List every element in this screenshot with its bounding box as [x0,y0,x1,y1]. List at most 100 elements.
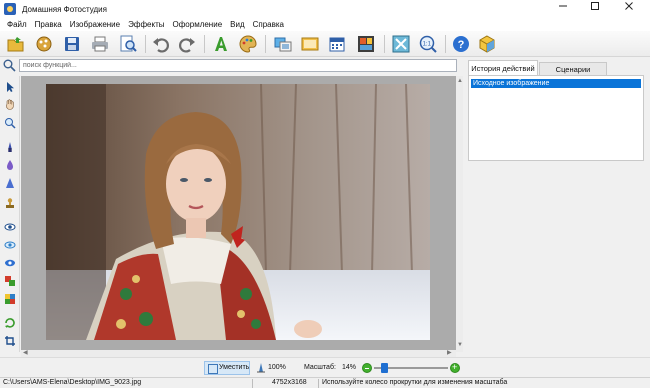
zoom-out-icon[interactable] [362,363,372,373]
save-button[interactable] [62,34,82,54]
calendar-button[interactable] [327,34,347,54]
catalog-icon [36,36,52,52]
actual-size-zoom-button[interactable]: 100% [256,361,286,375]
open-icon [7,37,24,52]
eye-tool[interactable] [3,220,17,234]
menu-file[interactable]: Файл [3,18,31,31]
color-replace-tool[interactable] [3,292,17,306]
toolbar-separator [384,35,385,53]
actual-size-icon: 1:1 [419,35,437,53]
tab-scenarios[interactable]: Сценарии [539,62,607,75]
menu-effects[interactable]: Эффекты [124,18,168,31]
status-bar: C:\Users\AMS-Elena\Desktop\IMG_9023.jpg … [0,377,650,388]
cube-icon [479,35,495,53]
actual-size-label: 100% [268,364,286,371]
toolbar-separator [204,35,205,53]
zoom-in-icon[interactable] [450,362,460,373]
collage-icon [358,36,374,52]
scroll-right-icon[interactable]: ▶ [447,350,452,357]
status-hint: Используйте колесо прокрутки для изменен… [322,379,508,386]
search-icon [3,59,16,72]
text-icon [215,37,227,51]
zoom-slider-thumb[interactable] [381,363,389,373]
actual-size-button[interactable]: 1:1 [418,34,438,54]
catalog-button[interactable] [34,34,54,54]
layers-icon [5,276,15,286]
history-list: Исходное изображение [468,75,644,161]
menu-image[interactable]: Изображение [66,18,124,31]
tab-history[interactable]: История действий [468,60,538,75]
blur-tool[interactable] [3,158,17,172]
stamp-icon [6,198,14,208]
toolbar: 1:1 ? [0,31,650,57]
photo-preview [46,84,430,340]
color-replace-icon [5,294,15,304]
history-item[interactable]: Исходное изображение [471,79,641,88]
sharpen-icon [6,178,14,188]
scale-label: Масштаб: [304,364,336,371]
save-icon [65,37,79,51]
crop-tool[interactable] [3,334,17,348]
crop-icon [5,336,15,346]
app-logo-icon [4,3,16,15]
postcard-icon [301,37,319,51]
portrait-photo [46,84,430,340]
compass-icon [257,363,265,373]
search-input[interactable] [19,59,457,72]
print-icon [92,36,108,52]
menu-view[interactable]: Вид [226,18,248,31]
palette-button[interactable] [238,34,258,54]
menu-help[interactable]: Справка [249,18,288,31]
frame-button[interactable] [273,34,293,54]
svg-text:?: ? [458,39,465,51]
cube-button[interactable] [477,34,497,54]
window-title: Домашняя Фотостудия [22,4,107,14]
toolbar-separator [145,35,146,53]
lens-tool[interactable] [3,256,17,270]
pointer-tool[interactable] [3,80,17,94]
scroll-left-icon[interactable]: ◀ [23,350,28,357]
horizontal-scrollbar[interactable]: ◀ ▶ [21,350,456,357]
rotate-tool[interactable] [3,316,17,330]
menu-design[interactable]: Оформление [168,18,226,31]
title-bar: Домашняя Фотостудия [0,0,650,18]
redo-button[interactable] [177,34,197,54]
postcard-button[interactable] [300,34,320,54]
print-button[interactable] [90,34,110,54]
preview-icon [120,35,137,52]
layers-tool[interactable] [3,274,17,288]
red-eye-tool[interactable] [3,238,17,252]
minimize-button[interactable] [548,0,578,18]
tool-column [0,76,20,352]
help-button[interactable]: ? [451,34,471,54]
menu-bar: Файл Правка Изображение Эффекты Оформлен… [0,18,650,31]
file-path: C:\Users\AMS-Elena\Desktop\IMG_9023.jpg [3,379,142,386]
fullscreen-button[interactable] [391,34,411,54]
brush-icon [8,142,12,152]
zoom-bar: Уместить 100% Масштаб: 14% [0,357,650,377]
fit-button[interactable]: Уместить [204,361,250,375]
collage-button[interactable] [356,34,376,54]
eye-icon [4,223,16,231]
hand-icon [6,99,14,110]
frame-icon [274,37,292,52]
undo-icon [153,38,169,53]
vertical-scrollbar[interactable]: ▲ ▼ [456,76,463,352]
maximize-button[interactable] [580,0,610,18]
fullscreen-icon [392,35,410,53]
text-button[interactable] [211,34,231,54]
svg-text:1:1: 1:1 [423,42,432,48]
stamp-tool[interactable] [3,196,17,210]
open-button[interactable] [6,34,26,54]
close-button[interactable] [614,0,644,18]
undo-button[interactable] [151,34,171,54]
hand-tool[interactable] [3,97,17,111]
red-eye-icon [4,241,16,249]
zoom-tool[interactable] [3,116,17,130]
sharpen-tool[interactable] [3,176,17,190]
status-separator [318,379,319,388]
preview-button[interactable] [118,34,138,54]
menu-edit[interactable]: Правка [31,18,66,31]
brush-tool[interactable] [3,140,17,154]
search-bar [0,57,462,74]
